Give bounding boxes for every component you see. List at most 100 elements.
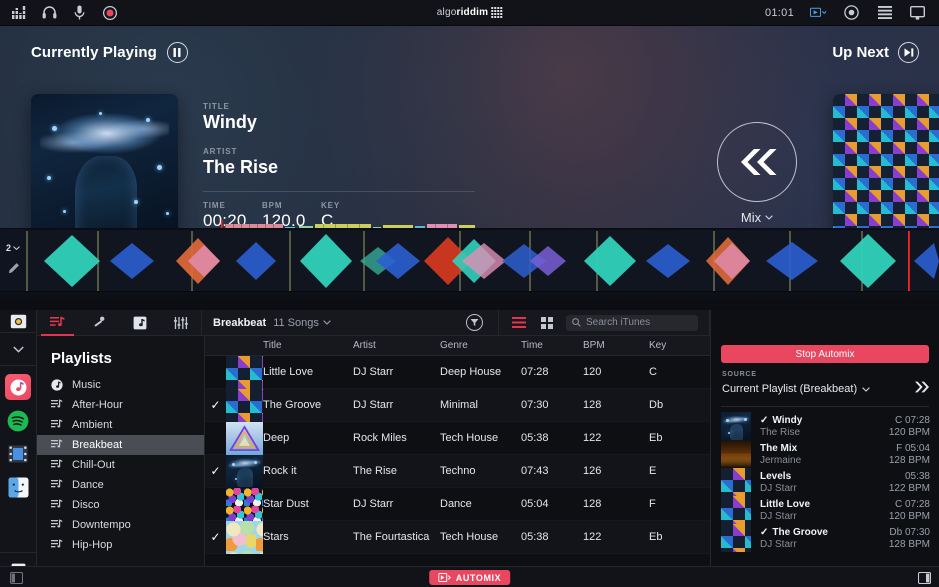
cell-bpm: 120 (583, 366, 649, 378)
row-artwork (226, 488, 263, 521)
video-output-icon[interactable] (810, 4, 827, 21)
playlist-item-label: Breakbeat (72, 439, 122, 451)
table-row[interactable]: Star DustDJ StarrDance05:04128F (205, 488, 710, 521)
column-time[interactable]: Time (521, 340, 583, 351)
queue-artwork (721, 440, 751, 468)
table-row[interactable]: ✓StarsThe FourtasticaTech House05:38122E… (205, 521, 710, 554)
table-header: Title Artist Genre Time BPM Key (205, 336, 710, 356)
logo-text-light: algo (437, 7, 457, 18)
playlist-item-hip-hop[interactable]: Hip-Hop (37, 535, 204, 555)
queue-key-time: C 07:28 (889, 415, 930, 426)
table-row[interactable]: ✓Rock itThe RiseTechno07:43126E (205, 455, 710, 488)
mix-button[interactable] (717, 122, 797, 202)
panel-toggle-left-icon[interactable] (10, 571, 23, 584)
search-input[interactable]: Search iTunes (566, 315, 698, 331)
meta-divider (203, 191, 475, 192)
playlist-item-after-hour[interactable]: After-Hour (37, 395, 204, 415)
playlist-item-breakbeat[interactable]: Breakbeat (37, 435, 204, 455)
currently-playing-label: Currently Playing (31, 44, 157, 61)
column-artist[interactable]: Artist (353, 340, 440, 351)
queue-item[interactable]: The MixJermaineF 05:04128 BPM (711, 440, 939, 468)
row-check-icon: ✓ (205, 398, 226, 412)
stop-automix-button[interactable]: Stop Automix (721, 345, 929, 363)
up-next-artwork[interactable] (833, 94, 939, 241)
playlist-item-label: Dance (72, 479, 104, 491)
source-selector[interactable]: Current Playlist (Breakbeat) (722, 383, 870, 395)
panel-toggle-right-icon[interactable] (918, 571, 931, 584)
tab-microphone[interactable] (78, 310, 119, 336)
cell-title: Stars (263, 531, 353, 543)
app-logo: algoriddim (437, 7, 502, 18)
queue-item[interactable]: Little LoveDJ StarrC 07:28120 BPM (711, 496, 939, 524)
queue-item[interactable]: ✓The GrooveDJ StarrDb 07:30128 BPM (711, 524, 939, 552)
bpm-caption: BPM (262, 201, 321, 210)
filter-icon[interactable] (466, 314, 483, 331)
cell-artist: DJ Starr (353, 366, 440, 378)
playlist-item-downtempo[interactable]: Downtempo (37, 515, 204, 535)
cell-bpm: 126 (583, 465, 649, 477)
cell-title: Deep (263, 432, 353, 444)
automix-button-label: AUTOMIX (456, 573, 502, 583)
current-track-artwork[interactable] (31, 94, 178, 241)
playlist-item-disco[interactable]: Disco (37, 495, 204, 515)
waveform-strip[interactable]: 2 (0, 228, 939, 292)
record-icon[interactable] (101, 4, 118, 21)
table-row[interactable]: DeepRock MilesTech House05:38122Eb (205, 422, 710, 455)
pause-icon[interactable] (167, 42, 188, 63)
skip-forward-icon[interactable] (898, 42, 919, 63)
equalizer-icon[interactable] (11, 4, 28, 21)
cell-time: 05:04 (521, 498, 583, 510)
playlist-item-music[interactable]: Music (37, 375, 204, 395)
record-circle-icon[interactable] (843, 4, 860, 21)
playlist-item-chill-out[interactable]: Chill-Out (37, 455, 204, 475)
column-key[interactable]: Key (649, 340, 699, 351)
photo-icon[interactable] (10, 310, 27, 332)
pencil-icon[interactable] (7, 262, 20, 280)
microphone-icon[interactable] (71, 4, 88, 21)
playlist-item-dance[interactable]: Dance (37, 475, 204, 495)
list-icon[interactable] (876, 4, 893, 21)
mix-label-row[interactable]: Mix (715, 210, 799, 225)
double-chevron-right-icon[interactable] (914, 380, 930, 398)
chevron-down-icon[interactable] (6, 337, 30, 361)
headphones-icon[interactable] (41, 4, 58, 21)
tab-files[interactable] (119, 310, 160, 336)
tab-mixer[interactable] (160, 310, 201, 336)
finder-icon[interactable] (6, 475, 30, 499)
current-playlist-name: Breakbeat (213, 317, 266, 329)
list-view-icon[interactable] (510, 314, 528, 332)
table-row[interactable]: ✓The GrooveDJ StarrMinimal07:30128Db (205, 389, 710, 422)
tab-playlists[interactable] (37, 310, 78, 336)
column-title[interactable]: Title (263, 340, 353, 351)
playlist-item-label: Music (72, 379, 101, 391)
row-check-icon: ✓ (205, 530, 226, 544)
grid-view-icon[interactable] (538, 314, 556, 332)
artist-caption: ARTIST (203, 147, 475, 156)
chevron-down-icon (13, 246, 20, 250)
column-genre[interactable]: Genre (440, 340, 521, 351)
playlist-note-icon (50, 316, 65, 330)
song-count[interactable]: 11 Songs (273, 317, 331, 329)
queue-item[interactable]: ✓WindyThe RiseC 07:28120 BPM (711, 412, 939, 440)
automix-button[interactable]: AUTOMIX (429, 570, 511, 585)
queue-bpm: 120 BPM (889, 511, 930, 522)
queue-artist: DJ Starr (760, 511, 889, 522)
table-row[interactable]: Little LoveDJ StarrDeep House07:28120C (205, 356, 710, 389)
row-check-icon: ✓ (205, 464, 226, 478)
monitor-icon[interactable] (909, 4, 926, 21)
mix-control[interactable]: Mix (715, 122, 799, 225)
queue-artist: Jermaine (760, 455, 889, 466)
itunes-icon[interactable] (5, 374, 31, 400)
deck-number[interactable]: 2 (6, 243, 20, 253)
video-icon[interactable] (6, 442, 30, 466)
spotify-icon[interactable] (6, 409, 30, 433)
queue-title: The Groove (772, 527, 828, 538)
column-bpm[interactable]: BPM (583, 340, 649, 351)
queue-meta: F 05:04128 BPM (889, 443, 939, 466)
queue-item[interactable]: LevelsDJ Starr05:38122 BPM (711, 468, 939, 496)
main-waveform[interactable] (0, 229, 939, 292)
deck-number-value: 2 (6, 243, 11, 253)
playlist-item-ambient[interactable]: Ambient (37, 415, 204, 435)
cell-genre: Dance (440, 498, 521, 510)
queue-key-time: 05:38 (889, 471, 930, 482)
